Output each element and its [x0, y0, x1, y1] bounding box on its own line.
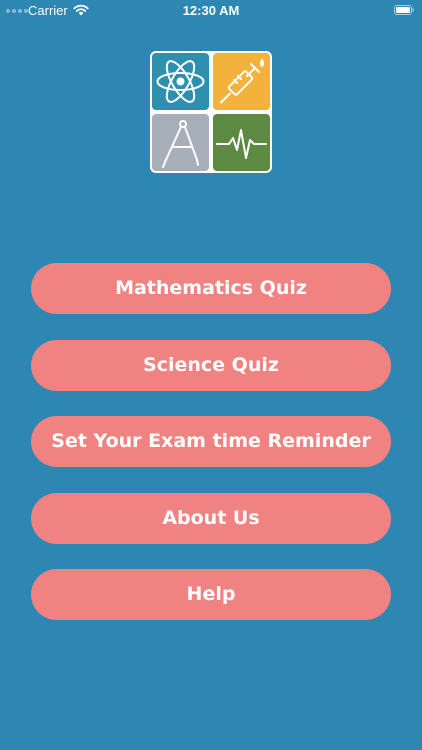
atom-icon	[156, 60, 205, 103]
logo-tile-heartbeat	[213, 114, 270, 171]
logo-tile-syringe	[213, 53, 270, 110]
exam-reminder-button[interactable]: Set Your Exam time Reminder	[31, 416, 391, 467]
logo-tile-atom	[152, 53, 209, 110]
main-menu: Mathematics Quiz Science Quiz Set Your E…	[31, 263, 391, 646]
compass-icon	[162, 120, 199, 168]
help-button[interactable]: Help	[31, 569, 391, 620]
clock-time: 12:30 AM	[182, 3, 240, 18]
heartbeat-icon	[216, 129, 267, 159]
science-quiz-button[interactable]: Science Quiz	[31, 339, 391, 391]
about-us-button[interactable]: About Us	[31, 492, 391, 544]
battery-icon	[394, 5, 414, 15]
logo-tile-compass	[152, 114, 209, 171]
status-bar: Carrier 12:30 AM	[0, 0, 422, 22]
app-logo	[150, 51, 272, 173]
syringe-icon	[220, 59, 264, 104]
mathematics-quiz-button[interactable]: Mathematics Quiz	[31, 263, 391, 314]
